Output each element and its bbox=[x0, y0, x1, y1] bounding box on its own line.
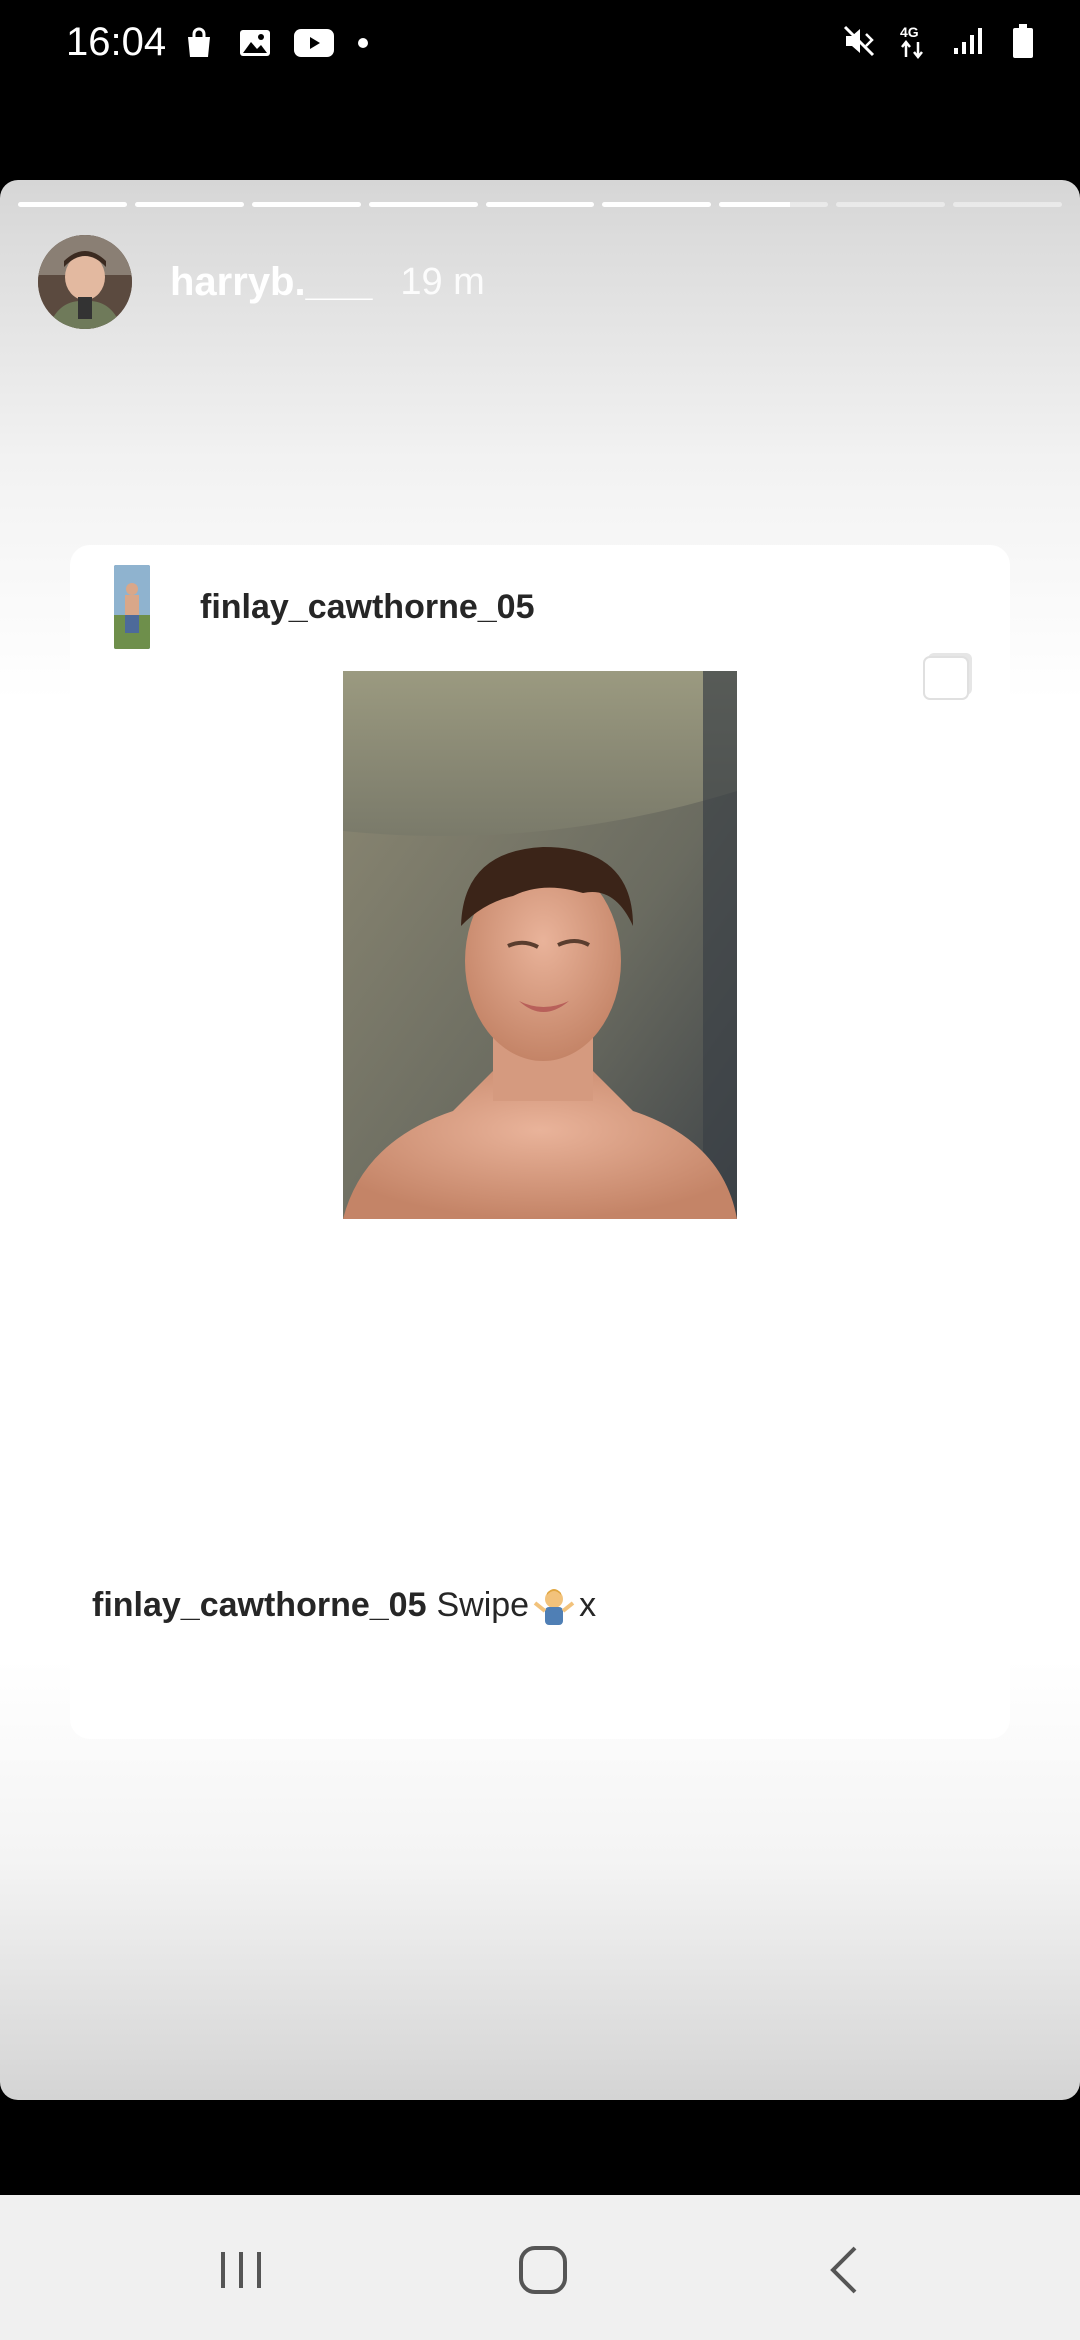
story-progress-bar bbox=[18, 202, 1063, 207]
person-shrugging-emoji-icon bbox=[533, 1585, 575, 1625]
shared-post-username[interactable]: finlay_cawthorne_05 bbox=[200, 588, 534, 627]
shopping-bag-icon bbox=[182, 26, 216, 60]
progress-segment bbox=[134, 202, 244, 207]
system-icons: 4G bbox=[842, 24, 1040, 59]
dot-icon bbox=[356, 26, 370, 60]
4g-icon: 4G bbox=[898, 24, 928, 59]
multiple-images-icon bbox=[922, 651, 976, 706]
story-time-ago: 19 m bbox=[400, 260, 485, 303]
story-user-avatar[interactable] bbox=[38, 235, 132, 329]
shared-post-card[interactable]: finlay_cawthorne_05 finlay_cawthorne_05 … bbox=[70, 545, 1010, 1739]
caption-suffix: x bbox=[579, 1585, 597, 1624]
youtube-icon bbox=[294, 26, 334, 60]
status-time: 16:04 bbox=[66, 20, 167, 64]
shared-post-avatar[interactable] bbox=[114, 565, 150, 649]
shared-post-image[interactable] bbox=[343, 671, 737, 1219]
notification-icons bbox=[182, 26, 370, 60]
progress-segment bbox=[251, 202, 361, 207]
signal-icon bbox=[950, 24, 984, 58]
progress-segment bbox=[953, 202, 1063, 207]
mute-icon bbox=[842, 24, 876, 58]
story-viewer[interactable]: harryb.___ 19 m finlay_cawthorne_05 finl… bbox=[0, 180, 1080, 2100]
svg-text:4G: 4G bbox=[900, 24, 919, 40]
progress-segment bbox=[602, 202, 712, 207]
gallery-icon bbox=[238, 26, 272, 60]
shared-post-header: finlay_cawthorne_05 bbox=[114, 565, 534, 649]
story-username[interactable]: harryb.___ bbox=[170, 260, 372, 305]
story-header: harryb.___ 19 m bbox=[38, 232, 485, 332]
caption-username[interactable]: finlay_cawthorne_05 bbox=[92, 1586, 426, 1625]
progress-segment bbox=[485, 202, 595, 207]
home-button[interactable] bbox=[508, 2235, 578, 2305]
system-navigation-bar bbox=[0, 2195, 1080, 2340]
recent-apps-button[interactable] bbox=[206, 2235, 276, 2305]
battery-icon bbox=[1006, 24, 1040, 58]
progress-segment bbox=[719, 202, 829, 207]
progress-segment bbox=[836, 202, 946, 207]
caption-text: Swipe bbox=[436, 1585, 530, 1624]
shared-post-caption: finlay_cawthorne_05 Swipe x bbox=[92, 1585, 596, 1625]
back-button[interactable] bbox=[810, 2235, 880, 2305]
more-options-icon[interactable] bbox=[994, 1358, 1024, 1418]
status-bar: 16:04 4G bbox=[0, 0, 1080, 90]
send-icon[interactable] bbox=[830, 1358, 898, 1418]
progress-segment bbox=[368, 202, 478, 207]
progress-segment bbox=[18, 202, 127, 207]
